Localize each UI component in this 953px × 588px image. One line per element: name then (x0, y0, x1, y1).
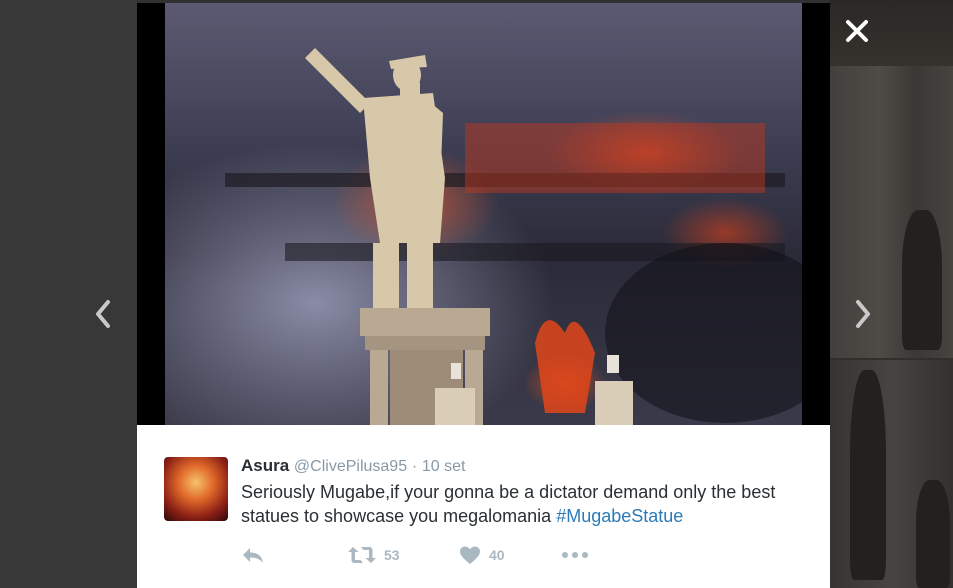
like-button[interactable]: 40 (459, 540, 505, 570)
previous-button[interactable] (90, 296, 116, 332)
reply-button[interactable] (241, 540, 265, 570)
tweet: Asura @ClivePilusa95 · 10 set Seriously … (137, 425, 830, 588)
close-icon (846, 20, 868, 42)
user-handle[interactable]: @ClivePilusa95 (294, 458, 407, 475)
more-icon (562, 552, 588, 558)
hashtag-link[interactable]: #MugabeStatue (556, 506, 683, 526)
tweet-body: Seriously Mugabe,if your gonna be a dict… (241, 482, 776, 526)
like-count: 40 (489, 547, 505, 563)
more-button[interactable] (561, 540, 589, 570)
tweet-header: Asura @ClivePilusa95 · 10 set (241, 456, 466, 476)
close-button[interactable] (842, 16, 872, 46)
chevron-right-icon (856, 300, 870, 328)
heart-icon (460, 546, 480, 564)
retweet-icon (348, 547, 376, 563)
tweet-actions: 53 40 (241, 540, 801, 570)
user-name[interactable]: Asura (241, 456, 289, 475)
tweet-timestamp[interactable]: 10 set (422, 458, 466, 475)
retweet-count: 53 (384, 547, 400, 563)
chevron-left-icon (96, 300, 110, 328)
reply-icon (243, 548, 263, 563)
media-modal: Asura @ClivePilusa95 · 10 set Seriously … (137, 3, 830, 588)
statue-illustration (225, 48, 802, 425)
media-container (137, 3, 830, 425)
retweet-button[interactable]: 53 (348, 540, 400, 570)
tweet-photo[interactable] (165, 3, 802, 425)
separator: · (411, 458, 418, 475)
next-button[interactable] (850, 296, 876, 332)
avatar[interactable] (164, 457, 228, 521)
tweet-text: Seriously Mugabe,if your gonna be a dict… (241, 480, 801, 528)
